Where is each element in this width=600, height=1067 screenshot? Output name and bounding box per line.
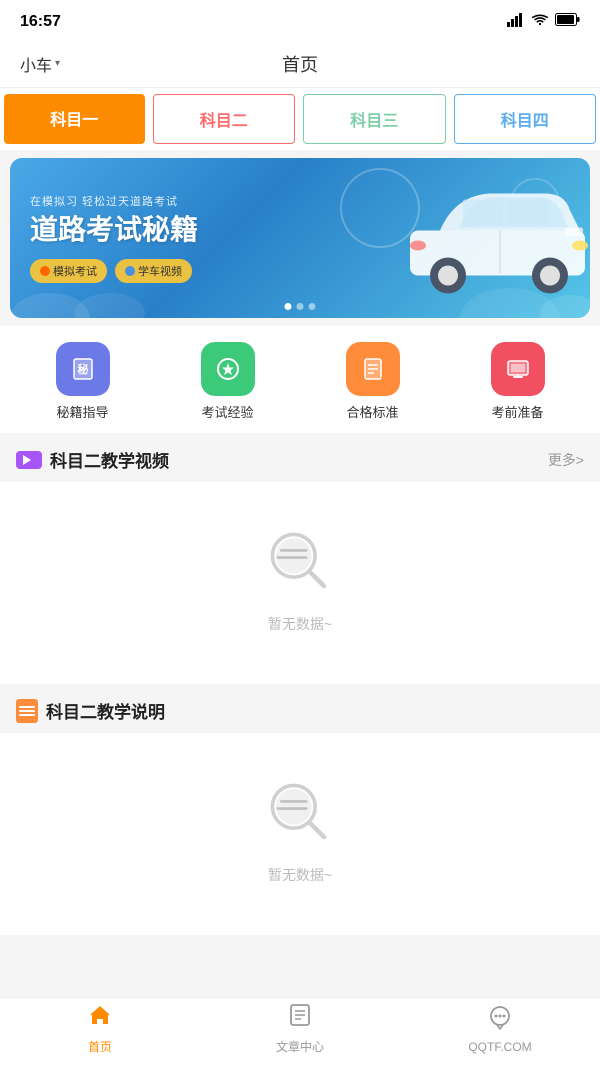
banner-content: 在模拟习 轻松过天道路考试 道路考试秘籍 模拟考试 学车视频 (10, 177, 218, 299)
page-title: 首页 (282, 51, 318, 77)
guide-icon: 秘 (56, 342, 110, 396)
status-time: 16:57 (20, 13, 61, 31)
quick-action-prep[interactable]: 考前准备 (445, 342, 590, 421)
banner-buttons: 模拟考试 学车视频 (30, 259, 198, 283)
nav-articles[interactable]: 文章中心 (200, 998, 400, 1059)
video-section-title: 科目二教学视频 (16, 447, 169, 472)
status-icons (507, 13, 580, 32)
standard-icon (346, 342, 400, 396)
subject-tab-4[interactable]: 科目四 (454, 94, 597, 144)
empty-icon-1 (260, 522, 340, 602)
chevron-down-icon: ▾ (55, 58, 60, 69)
bottom-nav: 首页 文章中心 QQTF.COM (0, 997, 600, 1067)
banner-subtitle: 在模拟习 轻松过天道路考试 (30, 193, 198, 209)
battery-icon (555, 13, 580, 31)
banner-dot-2 (297, 303, 304, 310)
exam-icon (201, 342, 255, 396)
video-icon (125, 266, 135, 276)
chat-icon (487, 1004, 513, 1037)
banner-dots (285, 303, 316, 310)
prep-label: 考前准备 (491, 402, 543, 421)
signal-icon (507, 13, 525, 32)
doc-empty-state: 暂无数据~ (0, 733, 600, 935)
empty-icon-2 (260, 773, 340, 853)
quick-action-exam[interactable]: 考试经验 (155, 342, 300, 421)
subject-tabs: 科目一 科目二 科目三 科目四 (0, 88, 600, 150)
video-section-icon (16, 451, 42, 469)
banner-title: 道路考试秘籍 (30, 213, 198, 247)
banner-dot-1 (285, 303, 292, 310)
quick-actions: 秘 秘籍指导 考试经验 合格标准 (0, 326, 600, 433)
video-empty-text: 暂无数据~ (268, 614, 332, 634)
banner-btn-video[interactable]: 学车视频 (115, 259, 192, 283)
video-more-button[interactable]: 更多> (548, 450, 584, 470)
home-icon (87, 1002, 113, 1035)
doc-section-header: 科目二教学说明 (0, 684, 600, 733)
video-empty-state: 暂无数据~ (0, 482, 600, 684)
nav-qqtf-label: QQTF.COM (468, 1040, 531, 1054)
banner-dot-3 (309, 303, 316, 310)
car-select[interactable]: 小车 ▾ (20, 52, 60, 76)
quick-action-guide[interactable]: 秘 秘籍指导 (10, 342, 155, 421)
video-section-header: 科目二教学视频 更多> (0, 433, 600, 482)
simulation-icon (40, 266, 50, 276)
guide-label: 秘籍指导 (56, 402, 108, 421)
nav-articles-label: 文章中心 (276, 1038, 324, 1055)
nav-qqtf[interactable]: QQTF.COM (400, 998, 600, 1059)
nav-home[interactable]: 首页 (0, 998, 200, 1059)
standard-label: 合格标准 (346, 402, 398, 421)
svg-text:秘: 秘 (77, 362, 88, 376)
banner[interactable]: 在模拟习 轻松过天道路考试 道路考试秘籍 模拟考试 学车视频 (10, 158, 590, 318)
subject-tab-3[interactable]: 科目三 (303, 94, 446, 144)
wifi-icon (531, 13, 549, 32)
status-bar: 16:57 (0, 0, 600, 40)
doc-section-icon (16, 699, 38, 723)
doc-empty-text: 暂无数据~ (268, 865, 332, 885)
header: 小车 ▾ 首页 (0, 40, 600, 88)
prep-icon (491, 342, 545, 396)
nav-home-label: 首页 (88, 1038, 112, 1055)
banner-btn-simulation[interactable]: 模拟考试 (30, 259, 107, 283)
quick-action-standard[interactable]: 合格标准 (300, 342, 445, 421)
subject-tab-2[interactable]: 科目二 (153, 94, 296, 144)
banner-car-image (400, 176, 590, 301)
exam-label: 考试经验 (201, 402, 253, 421)
articles-icon (287, 1002, 313, 1035)
main-content: 小车 ▾ 首页 科目一 科目二 科目三 科目四 在模拟习 轻松过天道路考试 道路… (0, 40, 600, 1005)
subject-tab-1[interactable]: 科目一 (4, 94, 145, 144)
doc-section-title: 科目二教学说明 (16, 698, 165, 723)
